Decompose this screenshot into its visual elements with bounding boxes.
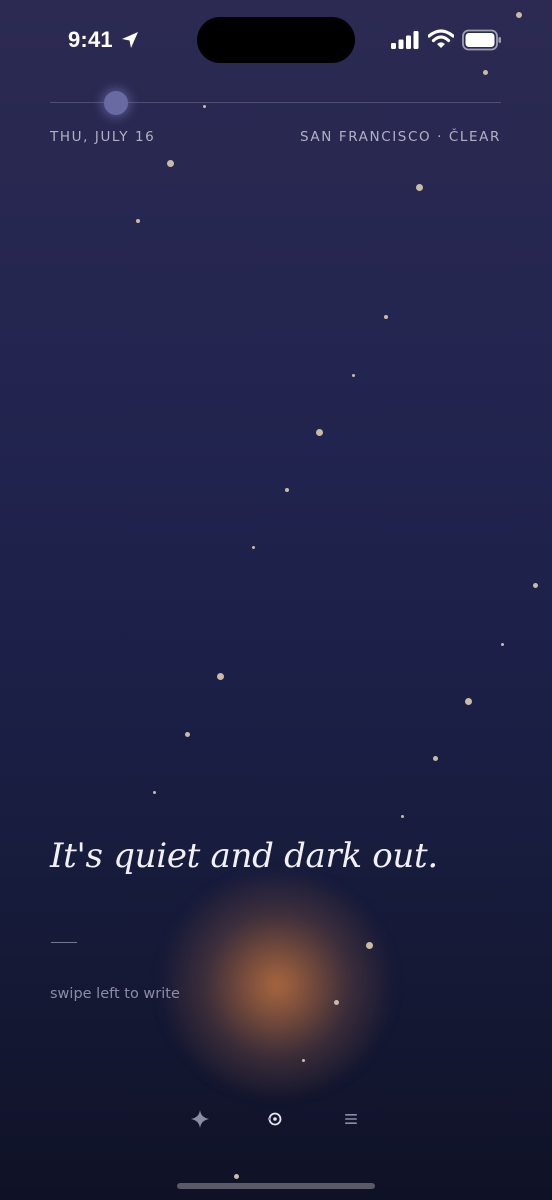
- star: [483, 70, 488, 75]
- headline: It's quiet and dark out.: [50, 836, 438, 876]
- star: [433, 756, 438, 761]
- dynamic-island: [197, 17, 355, 63]
- swipe-hint: swipe left to write: [50, 986, 180, 1002]
- star: [316, 429, 323, 436]
- star: [465, 698, 472, 705]
- star: [285, 488, 289, 492]
- star: [516, 12, 522, 18]
- battery-icon: [462, 29, 501, 51]
- star: [501, 643, 504, 646]
- star: [384, 315, 388, 319]
- star: [252, 546, 255, 549]
- wifi-icon: [428, 29, 454, 48]
- date-label: THU, JULY 16: [50, 129, 156, 145]
- star: [416, 184, 423, 191]
- star: [366, 942, 373, 949]
- star: [167, 160, 174, 167]
- timeline-moon-marker[interactable]: [104, 91, 128, 115]
- status-bar: 9:41: [0, 0, 552, 82]
- signal-icon: [391, 31, 419, 49]
- location-arrow-icon: [122, 32, 138, 48]
- star: [401, 815, 404, 818]
- star: [302, 1059, 305, 1062]
- star: [352, 374, 355, 377]
- star: [185, 732, 190, 737]
- location-weather-label: SAN FRANCISCO · ČLEAR: [300, 129, 501, 145]
- warm-glow-orb: [162, 875, 392, 1095]
- divider: [51, 942, 77, 943]
- status-time: 9:41: [68, 27, 113, 52]
- star: [334, 1000, 339, 1005]
- star: [136, 219, 140, 223]
- target-icon[interactable]: [264, 1108, 286, 1130]
- star: [153, 791, 156, 794]
- sparkle-icon[interactable]: [189, 1108, 211, 1130]
- star: [234, 1174, 239, 1179]
- menu-icon[interactable]: [340, 1108, 362, 1130]
- home-indicator[interactable]: [177, 1183, 375, 1189]
- star: [203, 105, 206, 108]
- star: [533, 583, 538, 588]
- star: [217, 673, 224, 680]
